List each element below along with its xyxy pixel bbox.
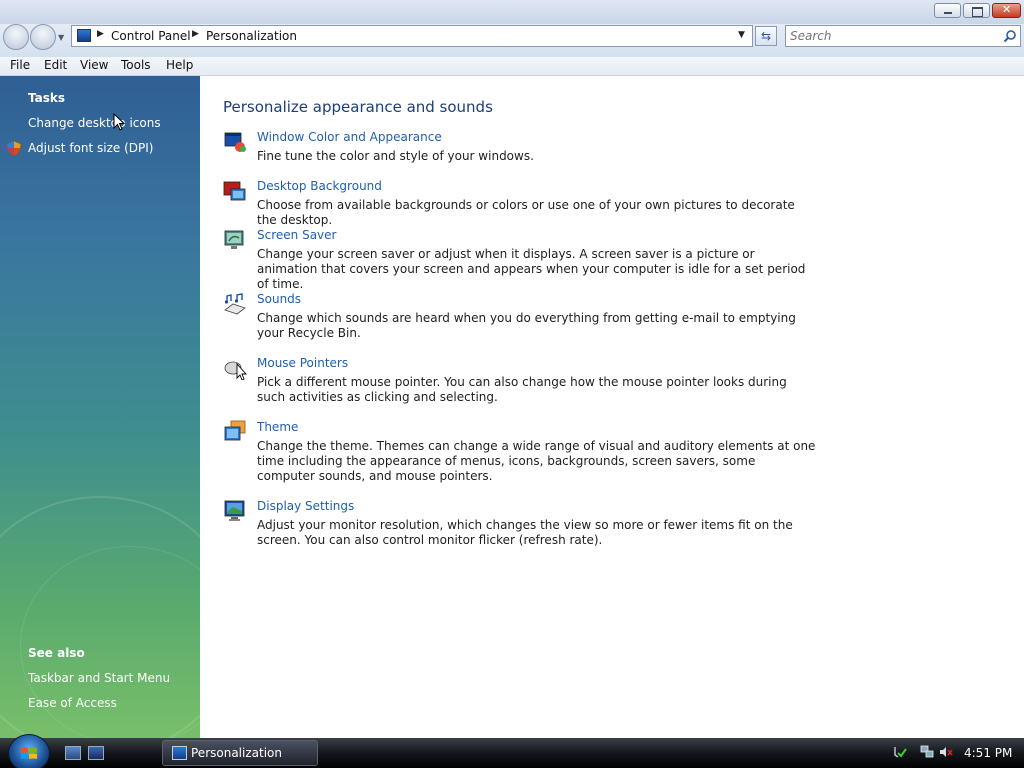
- control-panel-icon: [77, 29, 91, 42]
- menu-view[interactable]: View: [80, 58, 108, 72]
- switch-windows-icon[interactable]: [88, 746, 104, 760]
- breadcrumb-control-panel[interactable]: Control Panel: [111, 29, 191, 43]
- address-dropdown-icon[interactable]: ▼: [738, 30, 745, 40]
- mouse-pointers-link[interactable]: Mouse Pointers: [257, 356, 348, 370]
- task-adjust-font-size[interactable]: Adjust font size (DPI): [28, 141, 153, 155]
- page-title: Personalize appearance and sounds: [223, 98, 493, 116]
- screen-saver-icon: [224, 230, 244, 249]
- taskbar-button-label: Personalization: [191, 746, 282, 760]
- desktop-background-icon: [223, 181, 246, 201]
- forward-button[interactable]: [30, 24, 56, 50]
- breadcrumb-arrow-icon[interactable]: ▶: [192, 29, 199, 39]
- security-tray-icon[interactable]: [893, 745, 907, 759]
- item-description: Adjust your monitor resolution, which ch…: [257, 518, 793, 547]
- minimize-button[interactable]: [934, 3, 961, 18]
- network-tray-icon[interactable]: [920, 745, 934, 759]
- personalization-icon: [172, 746, 187, 760]
- uac-shield-icon: [7, 141, 21, 156]
- start-button[interactable]: [8, 734, 50, 768]
- display-settings-link[interactable]: Display Settings: [257, 499, 354, 513]
- menu-edit[interactable]: Edit: [44, 58, 67, 72]
- clock[interactable]: 4:51 PM: [964, 746, 1012, 760]
- refresh-icon: ⇆: [760, 29, 772, 43]
- close-button[interactable]: [992, 3, 1021, 18]
- task-change-desktop-icons[interactable]: Change desktop icons: [28, 116, 161, 130]
- see-also-heading: See also: [28, 646, 85, 660]
- menu-file[interactable]: File: [10, 58, 30, 72]
- sounds-icon: [224, 293, 246, 315]
- menu-bar: File Edit View Tools Help: [0, 57, 1024, 76]
- see-also-ease-of-access[interactable]: Ease of Access: [28, 696, 117, 710]
- volume-muted-icon[interactable]: [939, 745, 953, 759]
- search-box[interactable]: [785, 25, 1021, 47]
- mouse-pointers-icon: [224, 361, 247, 380]
- theme-icon: [224, 420, 246, 441]
- item-description: Pick a different mouse pointer. You can …: [257, 375, 787, 404]
- see-also-taskbar-start-menu[interactable]: Taskbar and Start Menu: [28, 671, 170, 685]
- menu-help[interactable]: Help: [166, 58, 193, 72]
- taskbar: Personalization 4:51 PM: [0, 734, 1024, 768]
- theme-link[interactable]: Theme: [257, 420, 298, 434]
- breadcrumb-personalization[interactable]: Personalization: [206, 29, 297, 43]
- recent-pages-dropdown-icon[interactable]: ▼: [58, 33, 64, 42]
- item-description: Change the theme. Themes can change a wi…: [257, 439, 816, 483]
- window-color-icon: [224, 132, 246, 152]
- item-description: Change your screen saver or adjust when …: [257, 247, 806, 291]
- display-settings-icon: [224, 500, 245, 521]
- refresh-button[interactable]: ⇆: [755, 26, 777, 46]
- task-pane: Tasks Change desktop icons Adjust font s…: [0, 76, 200, 738]
- maximize-button[interactable]: [963, 3, 990, 18]
- mouse-cursor-icon: [113, 113, 125, 131]
- main-content: Personalize appearance and sounds Window…: [200, 76, 1024, 738]
- window-color-appearance-link[interactable]: Window Color and Appearance: [257, 130, 442, 144]
- taskbar-button-personalization[interactable]: Personalization: [162, 740, 318, 766]
- item-description: Fine tune the color and style of your wi…: [257, 149, 534, 163]
- show-desktop-icon[interactable]: [65, 746, 81, 760]
- sounds-link[interactable]: Sounds: [257, 292, 301, 306]
- breadcrumb-arrow-icon[interactable]: ▶: [97, 29, 104, 39]
- address-bar[interactable]: ▶ Control Panel ▶ Personalization ▼: [71, 25, 753, 47]
- menu-tools[interactable]: Tools: [121, 58, 151, 72]
- item-description: Change which sounds are heard when you d…: [257, 311, 796, 340]
- search-icon[interactable]: [1003, 29, 1017, 43]
- item-description: Choose from available backgrounds or col…: [257, 198, 795, 227]
- tasks-heading: Tasks: [28, 91, 66, 105]
- back-button[interactable]: [3, 24, 29, 50]
- desktop-background-link[interactable]: Desktop Background: [257, 179, 382, 193]
- search-input[interactable]: [790, 28, 1000, 44]
- screen-saver-link[interactable]: Screen Saver: [257, 228, 336, 242]
- title-bar: [0, 0, 1024, 24]
- windows-logo-icon: [21, 747, 37, 759]
